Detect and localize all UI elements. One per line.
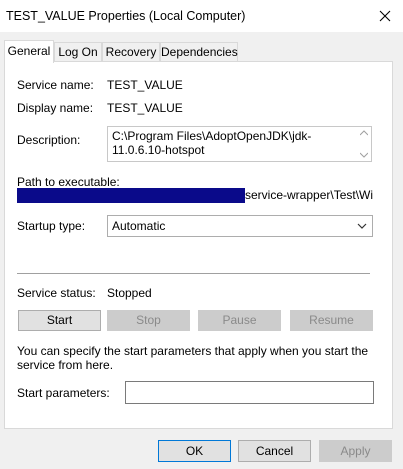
description-text: C:\Program Files\AdoptOpenJDK\jdk-11.0.6… xyxy=(112,129,312,157)
service-name-label: Service name: xyxy=(17,78,94,92)
description-label: Description: xyxy=(17,133,81,147)
startup-type-value: Automatic xyxy=(112,219,166,233)
divider xyxy=(17,273,370,274)
pause-button[interactable]: Pause xyxy=(198,310,281,331)
close-icon xyxy=(379,10,391,22)
scroll-down-icon xyxy=(360,152,368,158)
tab-dependencies[interactable]: Dependencies xyxy=(160,42,238,62)
start-params-label: Start parameters: xyxy=(17,386,110,400)
tab-log-on[interactable]: Log On xyxy=(54,42,102,62)
ok-button[interactable]: OK xyxy=(158,440,231,462)
apply-button[interactable]: Apply xyxy=(319,440,392,462)
chevron-down-icon xyxy=(357,223,367,229)
description-field[interactable]: C:\Program Files\AdoptOpenJDK\jdk-11.0.6… xyxy=(107,126,372,162)
service-status-label: Service status: xyxy=(17,286,96,300)
startup-type-label: Startup type: xyxy=(17,219,86,233)
window-title: TEST_VALUE Properties (Local Computer) xyxy=(6,9,246,23)
general-panel: Service name: TEST_VALUE Display name: T… xyxy=(4,61,393,429)
close-button[interactable] xyxy=(371,3,399,29)
display-name-label: Display name: xyxy=(17,101,94,115)
startup-type-select[interactable]: Automatic xyxy=(107,215,373,237)
service-name-value: TEST_VALUE xyxy=(107,78,183,92)
path-to-executable: service-wrapper\Test\Win xyxy=(17,188,373,204)
start-params-info: You can specify the start parameters tha… xyxy=(17,344,369,372)
display-name-value: TEST_VALUE xyxy=(107,101,183,115)
stop-button[interactable]: Stop xyxy=(107,310,190,331)
tab-recovery[interactable]: Recovery xyxy=(102,42,160,62)
description-scrollbar[interactable] xyxy=(357,127,371,161)
start-button[interactable]: Start xyxy=(18,310,101,331)
path-label: Path to executable: xyxy=(17,175,120,189)
title-bar[interactable]: TEST_VALUE Properties (Local Computer) xyxy=(0,0,403,32)
start-params-input[interactable] xyxy=(125,381,374,404)
resume-button[interactable]: Resume xyxy=(290,310,373,331)
service-status-value: Stopped xyxy=(107,286,152,300)
tab-general[interactable]: General xyxy=(4,40,54,63)
path-visible-text: service-wrapper\Test\Win xyxy=(245,188,373,202)
path-redacted-highlight xyxy=(17,188,245,203)
scroll-up-icon xyxy=(360,130,368,136)
cancel-button[interactable]: Cancel xyxy=(238,440,311,462)
